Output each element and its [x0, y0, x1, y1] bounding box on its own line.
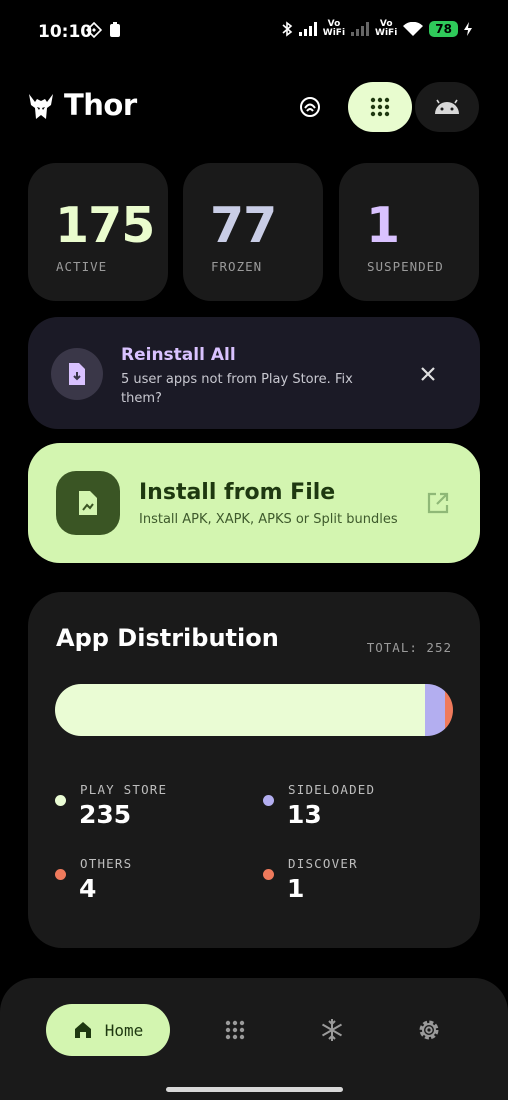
install-from-file-card[interactable]: Install from File Install APK, XAPK, APK…: [28, 443, 480, 563]
horned-helmet-icon: [29, 94, 53, 119]
legend-dot: [263, 795, 274, 806]
reinstall-icon-badge: [51, 348, 103, 400]
legend-name: DISCOVER: [288, 856, 358, 871]
home-icon: [74, 1022, 91, 1038]
close-icon: [421, 367, 435, 381]
distribution-segment-discover: [451, 684, 453, 736]
gesture-handle: [166, 1087, 343, 1092]
legend-play-store: PLAY STORE 235: [55, 782, 235, 832]
reinstall-title: Reinstall All: [121, 345, 236, 365]
nav-settings[interactable]: [415, 1016, 443, 1044]
file-image-download-icon: [79, 491, 97, 515]
bluetooth-icon: [282, 21, 293, 37]
legend-discover: DISCOVER 1: [263, 856, 443, 906]
distribution-total: TOTAL: 252: [366, 640, 452, 655]
signal-weak-icon: [351, 22, 370, 36]
stat-value: 1: [366, 197, 400, 254]
stat-value: 175: [55, 197, 155, 254]
wifi-icon: [403, 21, 424, 36]
shield-button[interactable]: [290, 87, 330, 127]
legend-others: OTHERS 4: [55, 856, 235, 906]
stat-label: SUSPENDED: [367, 259, 444, 274]
file-download-icon: [69, 363, 85, 385]
battery-level: 78: [429, 21, 458, 37]
clipboard-icon: [110, 22, 120, 37]
android-icon: [435, 99, 459, 114]
apps-grid-button[interactable]: [348, 82, 412, 132]
install-icon-badge: [56, 471, 120, 535]
reinstall-subtitle: 5 user apps not from Play Store. Fix the…: [121, 372, 353, 406]
stat-card-suspended[interactable]: 1 SUSPENDED: [339, 163, 479, 301]
distribution-segment-play-store: [55, 684, 425, 736]
legend-name: PLAY STORE: [80, 782, 168, 797]
stat-value: 77: [210, 197, 277, 254]
legend-name: OTHERS: [80, 856, 133, 871]
vpn-diamond-icon: [86, 22, 102, 38]
status-bar: 10:10 Vo WiFi Vo WiFi 78: [0, 0, 508, 62]
vowifi-label: Vo WiFi: [375, 19, 398, 38]
nav-home-label: Home: [104, 1020, 144, 1040]
status-time: 10:10: [38, 22, 93, 42]
install-title: Install from File: [139, 480, 336, 505]
shield-icon: [300, 97, 320, 117]
nav-apps[interactable]: [221, 1016, 249, 1044]
legend-name: SIDELOADED: [288, 782, 376, 797]
legend-dot: [263, 869, 274, 880]
legend-sideloaded: SIDELOADED 13: [263, 782, 443, 832]
stat-label: ACTIVE: [56, 259, 108, 274]
app-title: Thor: [64, 88, 137, 122]
legend-dot: [55, 795, 66, 806]
distribution-bar: [55, 684, 453, 736]
nav-frozen[interactable]: [318, 1016, 346, 1044]
app-header: Thor: [0, 80, 508, 134]
android-button[interactable]: [415, 82, 479, 132]
signal-icon: [298, 22, 317, 36]
stat-label: FROZEN: [211, 259, 263, 274]
legend-value: 4: [79, 874, 97, 903]
snowflake-icon: [321, 1019, 343, 1041]
app-distribution-card: App Distribution TOTAL: 252 PLAY STORE 2…: [28, 592, 480, 948]
nav-home[interactable]: Home: [46, 1004, 170, 1056]
settings-icon: [419, 1020, 439, 1040]
legend-value: 1: [287, 874, 305, 903]
dismiss-button[interactable]: [414, 360, 442, 388]
stat-card-active[interactable]: 175 ACTIVE: [28, 163, 168, 301]
stat-card-frozen[interactable]: 77 FROZEN: [183, 163, 323, 301]
legend-dot: [55, 869, 66, 880]
reinstall-all-card[interactable]: Reinstall All 5 user apps not from Play …: [28, 317, 480, 429]
charging-icon: [464, 22, 472, 36]
bottom-navigation: Home: [0, 978, 508, 1100]
open-external-icon: [427, 492, 449, 514]
legend-value: 235: [79, 800, 132, 829]
distribution-title: App Distribution: [56, 624, 279, 652]
apps-grid-icon: [225, 1020, 245, 1040]
legend-value: 13: [287, 800, 322, 829]
install-subtitle: Install APK, XAPK, APKS or Split bundles: [139, 512, 398, 527]
grid-icon: [370, 97, 390, 117]
vowifi-label: Vo WiFi: [322, 19, 346, 38]
distribution-segment-sideloaded: [424, 684, 446, 736]
